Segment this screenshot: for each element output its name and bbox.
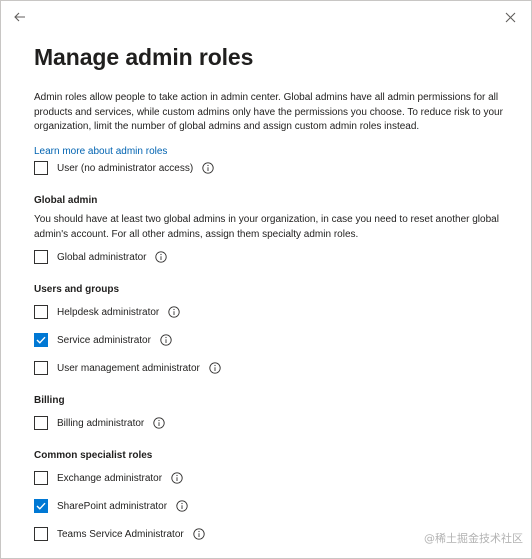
section-heading-common-specialist-roles: Common specialist roles (34, 450, 153, 461)
role-option-teams-service-administrator[interactable]: Teams Service Administrator (34, 525, 205, 543)
role-option-helpdesk-administrator[interactable]: Helpdesk administrator (34, 303, 180, 321)
exchange-administrator-checkbox[interactable] (34, 471, 48, 485)
learn-more-link[interactable]: Learn more about admin roles (34, 145, 167, 158)
info-glyph (168, 306, 180, 318)
close-icon (505, 12, 515, 22)
manage-admin-roles-panel: Manage admin roles Admin roles allow peo… (0, 0, 532, 559)
role-option-user[interactable]: User (no administrator access) (34, 159, 214, 177)
role-label: SharePoint administrator (57, 500, 168, 512)
user-management-administrator-checkbox[interactable] (34, 361, 48, 375)
info-glyph (155, 251, 168, 263)
role-option-global-administrator[interactable]: Global administrator (34, 248, 168, 266)
back-button[interactable] (10, 7, 30, 27)
role-option-service-administrator[interactable]: Service administrator (34, 331, 172, 349)
section-heading-users-and-groups: Users and groups (34, 284, 120, 295)
info-glyph (176, 500, 188, 512)
role-label: User (no administrator access) (57, 162, 194, 174)
info-icon[interactable] (160, 334, 172, 346)
info-icon[interactable] (202, 162, 214, 174)
section-heading-global-admin: Global admin (34, 195, 98, 206)
role-option-exchange-administrator[interactable]: Exchange administrator (34, 469, 183, 487)
info-icon[interactable] (193, 528, 205, 540)
watermark: @稀土掘金技术社区 (424, 532, 523, 545)
role-label: Helpdesk administrator (57, 306, 160, 318)
role-label: Service administrator (57, 334, 151, 346)
info-glyph (209, 362, 221, 374)
info-glyph (153, 417, 165, 429)
role-option-billing-administrator[interactable]: Billing administrator (34, 414, 165, 432)
info-glyph (171, 472, 183, 484)
info-icon[interactable] (168, 306, 180, 318)
role-label: Billing administrator (57, 417, 145, 429)
role-label: Exchange administrator (57, 472, 163, 484)
info-icon[interactable] (176, 500, 188, 512)
intro-text: Admin roles allow people to take action … (34, 92, 503, 133)
info-icon[interactable] (155, 251, 168, 263)
info-icon[interactable] (209, 362, 221, 374)
service-administrator-checkbox[interactable] (34, 333, 48, 347)
role-option-user-management-administrator[interactable]: User management administrator (34, 359, 221, 377)
info-glyph (193, 528, 205, 540)
section-heading-billing: Billing (34, 395, 65, 406)
global-admin-description: You should have at least two global admi… (34, 214, 499, 240)
global-administrator-checkbox[interactable] (34, 250, 48, 264)
checkmark-icon (36, 336, 46, 344)
close-button[interactable] (500, 7, 520, 27)
user-checkbox[interactable] (34, 161, 48, 175)
info-icon[interactable] (153, 417, 165, 429)
sharepoint-administrator-checkbox[interactable] (34, 499, 48, 513)
arrow-left-icon (14, 12, 25, 22)
panel-header: Manage admin roles Admin roles allow peo… (34, 41, 504, 159)
info-glyph (202, 162, 214, 174)
info-glyph (160, 334, 172, 346)
checkmark-icon (36, 502, 46, 510)
helpdesk-administrator-checkbox[interactable] (34, 305, 48, 319)
role-label: Teams Service Administrator (57, 528, 184, 540)
role-option-sharepoint-administrator[interactable]: SharePoint administrator (34, 497, 188, 515)
billing-administrator-checkbox[interactable] (34, 416, 48, 430)
role-label: User management administrator (57, 362, 200, 374)
role-label: Global administrator (57, 251, 147, 263)
info-icon[interactable] (171, 472, 183, 484)
page-title: Manage admin roles (34, 44, 254, 70)
teams-service-administrator-checkbox[interactable] (34, 527, 48, 541)
